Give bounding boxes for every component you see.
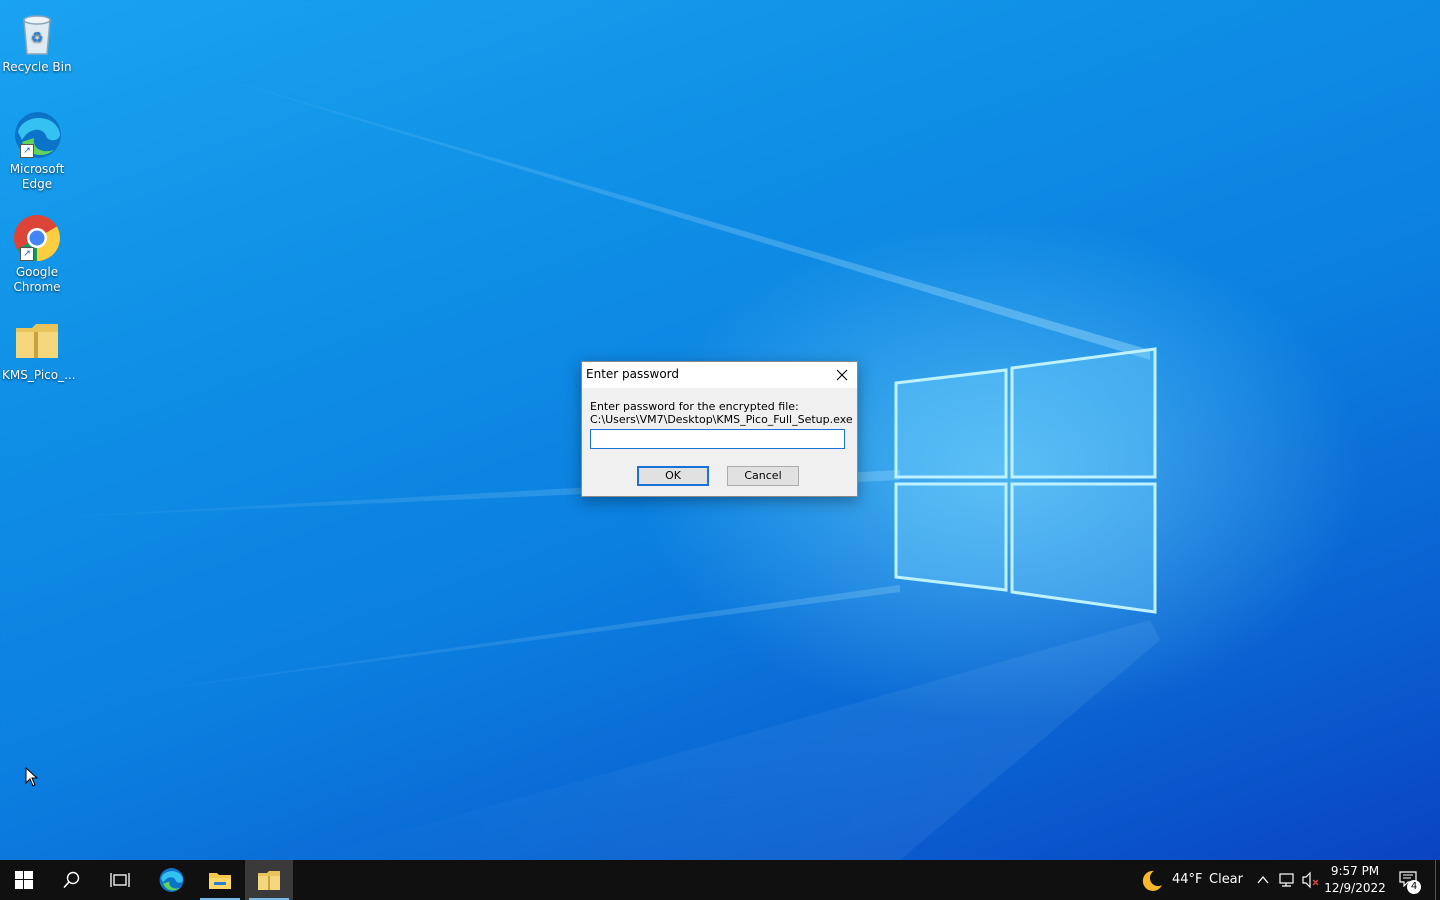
close-icon	[836, 369, 848, 381]
close-button[interactable]	[827, 362, 857, 388]
volume-muted-icon[interactable]	[1301, 871, 1321, 889]
action-center-button[interactable]: 4	[1392, 860, 1432, 900]
ok-button[interactable]: OK	[637, 466, 709, 486]
archive-app-icon	[258, 871, 280, 890]
clock-time: 9:57 PM	[1330, 864, 1380, 878]
shortcut-arrow-icon: ↗	[20, 144, 34, 158]
desktop-icon-label: Google Chrome	[13, 265, 61, 294]
cancel-button[interactable]: Cancel	[727, 466, 799, 486]
desktop-icon-label: Recycle Bin	[2, 60, 72, 74]
weather-temperature[interactable]: 44°F	[1172, 872, 1203, 887]
archive-folder-icon	[12, 316, 62, 366]
clock[interactable]: 9:57 PM 12/9/2022	[1320, 863, 1390, 897]
search-button[interactable]	[48, 860, 96, 900]
file-explorer-icon	[209, 873, 231, 889]
task-view-icon	[110, 873, 130, 887]
desktop-icon-label: Microsoft Edge	[9, 162, 65, 191]
network-icon[interactable]	[1278, 871, 1296, 889]
dialog-body: Enter password for the encrypted file: C…	[582, 388, 857, 449]
shortcut-arrow-icon: ↗	[20, 247, 34, 261]
search-icon	[63, 871, 80, 889]
taskbar-file-explorer-button[interactable]	[196, 860, 244, 900]
dialog-file-path: C:\Users\VM7\Desktop\KMS_Pico_Full_Setup…	[590, 413, 853, 426]
start-button[interactable]	[0, 860, 48, 900]
password-input[interactable]	[590, 429, 845, 449]
mouse-cursor-icon	[25, 767, 39, 787]
recycle-bin-icon: ♻	[12, 8, 62, 58]
desktop-icon-microsoft-edge[interactable]: ↗ Microsoft Edge	[2, 110, 72, 192]
taskbar-edge-button[interactable]	[147, 860, 195, 900]
weather-condition[interactable]: Clear	[1209, 872, 1243, 887]
password-dialog: Enter password Enter password for the en…	[581, 361, 858, 497]
taskbar-archive-app-button[interactable]	[245, 860, 293, 900]
edge-icon	[159, 868, 184, 892]
dialog-title: Enter password	[586, 367, 679, 381]
desktop-icon-google-chrome[interactable]: ↗ Google Chrome	[2, 213, 72, 295]
moon-weather-icon[interactable]	[1140, 869, 1164, 891]
start-icon	[15, 871, 33, 889]
taskbar: 44°F Clear 9:57 PM 12/9/2022 4	[0, 860, 1440, 900]
notification-count-badge: 4	[1407, 880, 1421, 894]
show-desktop-button[interactable]	[1435, 860, 1440, 900]
desktop-icon-recycle-bin[interactable]: ♻ Recycle Bin	[2, 8, 72, 75]
dialog-title-bar[interactable]: Enter password	[582, 362, 857, 388]
windows-logo	[894, 347, 1157, 614]
chevron-up-icon[interactable]	[1256, 873, 1270, 887]
edge-icon: ↗	[12, 110, 62, 160]
chrome-icon: ↗	[12, 213, 62, 263]
clock-date: 12/9/2022	[1324, 881, 1386, 895]
svg-text:♻: ♻	[31, 30, 44, 46]
desktop-icon-kms-pico[interactable]: KMS_Pico_...	[2, 316, 76, 383]
dialog-prompt: Enter password for the encrypted file:	[590, 400, 799, 413]
desktop-icon-label: KMS_Pico_...	[2, 368, 76, 382]
task-view-button[interactable]	[96, 860, 144, 900]
